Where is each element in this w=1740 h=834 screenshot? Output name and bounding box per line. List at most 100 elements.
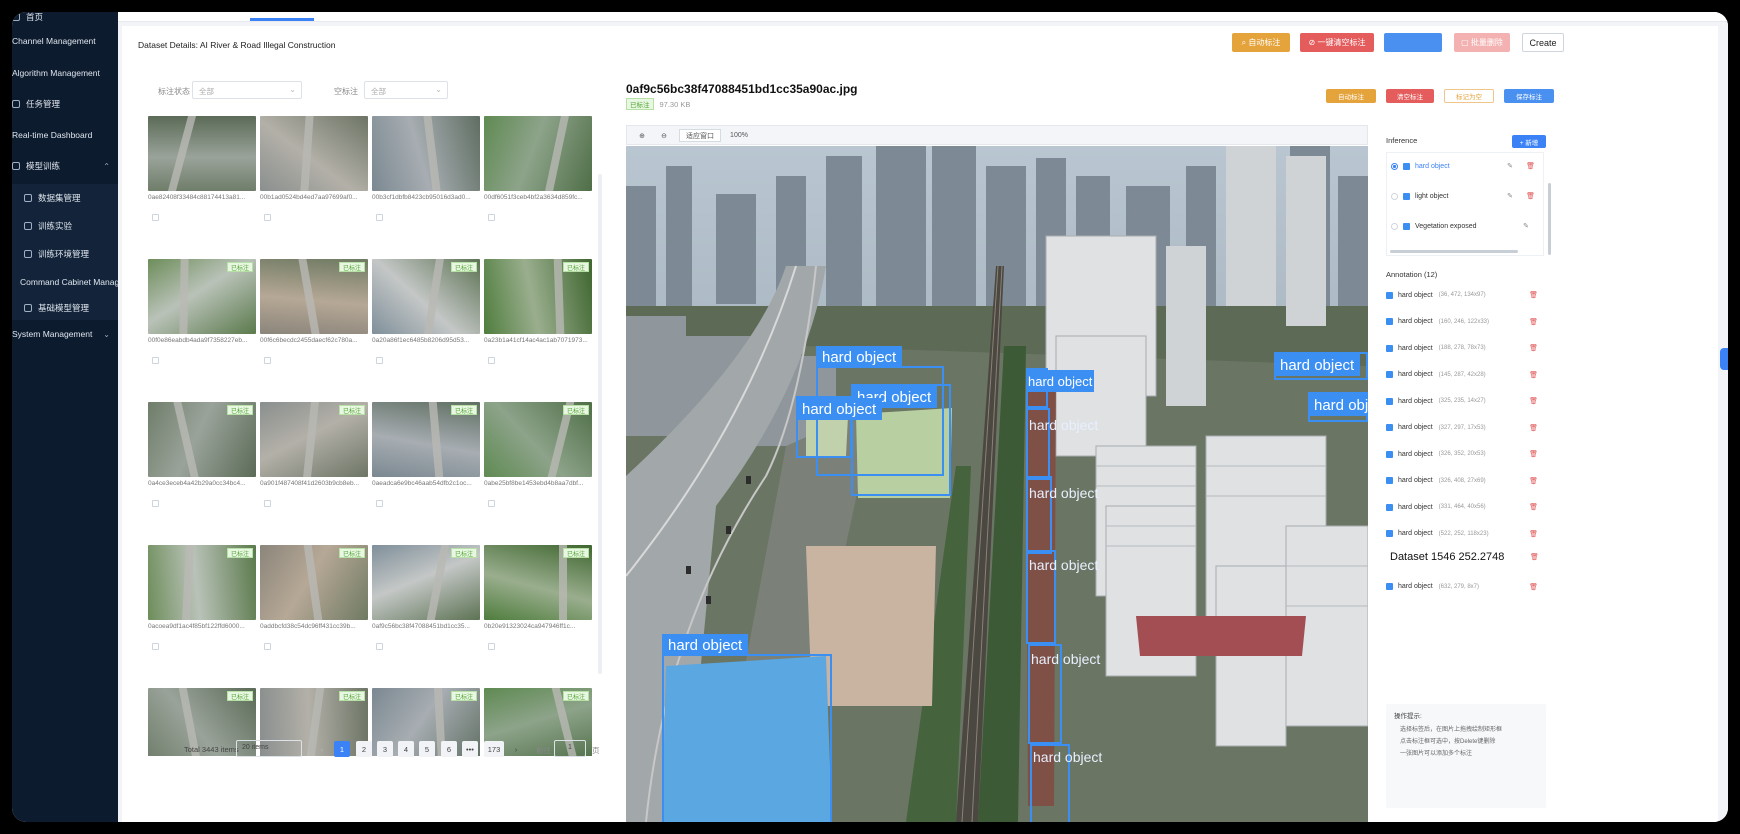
- bbox-hard-object[interactable]: hard object: [1026, 476, 1098, 554]
- radio[interactable]: [1391, 192, 1398, 200]
- goto-page-input[interactable]: 1: [554, 740, 586, 757]
- radio-selected[interactable]: [1391, 162, 1398, 170]
- annotation-item[interactable]: hard object (331, 464, 40x56) 🗑: [1386, 500, 1546, 514]
- sidebar-item-model-training[interactable]: 模型训练 ⌃: [12, 155, 118, 177]
- trash-icon[interactable]: 🗑: [1529, 503, 1538, 511]
- bbox-hard-object[interactable]: hard object: [796, 396, 883, 458]
- trash-icon[interactable]: 🗑: [1529, 477, 1538, 485]
- sidebar-item-channel-management[interactable]: Channel Management: [12, 30, 118, 52]
- image-thumbnail[interactable]: 已标注: [148, 259, 256, 334]
- page-5-button[interactable]: 5: [419, 741, 435, 757]
- grid-scrollbar[interactable]: [598, 174, 602, 674]
- sidebar-item-command-cabinet[interactable]: Command Cabinet Management: [12, 268, 118, 296]
- sidebar-item-training-environment[interactable]: 训练环境管理: [12, 240, 118, 268]
- bbox-hard-object[interactable]: hard object: [662, 634, 832, 822]
- image-checkbox[interactable]: [376, 643, 383, 650]
- mark-empty-button[interactable]: 标记为空: [1444, 89, 1494, 103]
- inference-item[interactable]: light object ✎ 🗑: [1391, 183, 1541, 209]
- detail-clear-labels-button[interactable]: 清空标注: [1386, 89, 1434, 103]
- image-checkbox[interactable]: [152, 214, 159, 221]
- clear-all-labels-button[interactable]: ⊘ 一键清空标注: [1300, 33, 1374, 52]
- image-thumbnail[interactable]: [372, 116, 480, 191]
- bbox-hard-object[interactable]: hard object: [1026, 368, 1095, 408]
- trash-icon[interactable]: 🗑: [1529, 530, 1538, 538]
- annotation-item[interactable]: hard object (160, 246, 122x33) 🗑: [1386, 315, 1546, 329]
- page-4-button[interactable]: 4: [398, 741, 414, 757]
- page-2-button[interactable]: 2: [356, 741, 372, 757]
- empty-label-select[interactable]: 全部 ⌄: [364, 81, 448, 99]
- panel-toggle-button[interactable]: [1720, 348, 1728, 370]
- image-thumbnail[interactable]: 已标注: [372, 545, 480, 620]
- annotation-item[interactable]: hard object (326, 408, 27x69) 🗑: [1386, 474, 1546, 488]
- page-6-button[interactable]: 6: [441, 741, 457, 757]
- page-ellipsis[interactable]: •••: [462, 741, 478, 757]
- sidebar-item-dataset-management[interactable]: 数据集管理: [12, 184, 118, 212]
- trash-icon[interactable]: 🗑: [1529, 371, 1538, 379]
- image-checkbox[interactable]: [264, 214, 271, 221]
- bbox-hard-object[interactable]: hard object: [1274, 352, 1368, 380]
- image-checkbox[interactable]: [264, 357, 271, 364]
- batch-delete-button[interactable]: ▢ 批量删除: [1454, 33, 1510, 52]
- trash-icon[interactable]: 🗑: [1529, 424, 1538, 432]
- annotation-item[interactable]: hard object (632, 279, 8x7) 🗑: [1386, 580, 1546, 594]
- trash-icon[interactable]: 🗑: [1529, 344, 1538, 352]
- annotation-item[interactable]: hard object (326, 352, 20x53) 🗑: [1386, 447, 1546, 461]
- image-thumbnail[interactable]: 已标注: [260, 402, 368, 477]
- sidebar-item-task-management[interactable]: 任务管理: [12, 93, 118, 115]
- image-checkbox[interactable]: [488, 357, 495, 364]
- edit-icon[interactable]: ✎: [1507, 192, 1513, 200]
- image-checkbox[interactable]: [264, 500, 271, 507]
- bbox-hard-object[interactable]: hard object: [1026, 408, 1098, 480]
- image-checkbox[interactable]: [376, 500, 383, 507]
- trash-icon[interactable]: 🗑: [1526, 162, 1535, 170]
- inference-scrollbar[interactable]: [1548, 183, 1551, 255]
- page-size-select[interactable]: 20 items ⌄: [236, 740, 302, 757]
- trash-icon[interactable]: 🗑: [1529, 291, 1538, 299]
- page-1-button[interactable]: 1: [334, 741, 350, 757]
- detail-auto-label-button[interactable]: 自动标注: [1326, 89, 1376, 103]
- prev-page-button[interactable]: ‹: [314, 741, 330, 757]
- edit-icon[interactable]: ✎: [1523, 222, 1529, 230]
- image-checkbox[interactable]: [152, 500, 159, 507]
- image-thumbnail[interactable]: 已标注: [148, 545, 256, 620]
- sidebar-item-algorithm-management[interactable]: Algorithm Management: [12, 62, 118, 84]
- image-thumbnail[interactable]: 已标注: [484, 402, 592, 477]
- image-thumbnail[interactable]: 已标注: [484, 545, 592, 620]
- zoom-out-icon[interactable]: ⊖: [657, 129, 671, 142]
- inference-item[interactable]: Vegetation exposed ✎: [1391, 213, 1541, 239]
- add-label-button[interactable]: + 新增: [1512, 135, 1546, 148]
- edit-icon[interactable]: ✎: [1507, 162, 1513, 170]
- sidebar-item-home[interactable]: 首页: [12, 12, 118, 28]
- bbox-hard-object[interactable]: hard object: [1030, 744, 1102, 822]
- image-checkbox[interactable]: [152, 643, 159, 650]
- image-checkbox[interactable]: [376, 214, 383, 221]
- sidebar-item-system-management[interactable]: System Management ⌄: [12, 323, 118, 345]
- page-3-button[interactable]: 3: [377, 741, 393, 757]
- image-thumbnail[interactable]: [484, 116, 592, 191]
- annotation-item[interactable]: hard object (36, 472, 134x97) 🗑: [1386, 288, 1546, 302]
- image-checkbox[interactable]: [264, 643, 271, 650]
- trash-icon[interactable]: 🗑: [1529, 450, 1538, 458]
- image-thumbnail[interactable]: 已标注: [372, 259, 480, 334]
- annotation-item[interactable]: hard object (522, 252, 118x23) 🗑: [1386, 527, 1546, 541]
- image-thumbnail[interactable]: [148, 116, 256, 191]
- annotation-canvas[interactable]: hard object hard object hard object hard…: [626, 146, 1368, 822]
- inference-item[interactable]: hard object ✎ 🗑: [1391, 153, 1541, 179]
- create-button[interactable]: Create: [1522, 33, 1564, 52]
- page-173-button[interactable]: 173: [484, 741, 504, 757]
- image-thumbnail[interactable]: 已标注: [260, 545, 368, 620]
- sidebar-item-realtime-dashboard[interactable]: Real-time Dashboard: [12, 124, 118, 146]
- zoom-in-icon[interactable]: ⊕: [635, 129, 649, 142]
- image-thumbnail[interactable]: 已标注: [372, 402, 480, 477]
- annotation-item[interactable]: hard object (327, 297, 17x53) 🗑: [1386, 421, 1546, 435]
- trash-icon[interactable]: 🗑: [1529, 583, 1538, 591]
- annotation-item[interactable]: hard object (325, 235, 14x27) 🗑: [1386, 394, 1546, 408]
- image-checkbox[interactable]: [488, 643, 495, 650]
- image-checkbox[interactable]: [376, 357, 383, 364]
- auto-label-button[interactable]: ⌕ 自动标注: [1232, 33, 1290, 52]
- bbox-hard-object[interactable]: hard object: [1028, 644, 1100, 744]
- trash-icon[interactable]: 🗑: [1529, 318, 1538, 326]
- trash-icon[interactable]: 🗑: [1530, 553, 1706, 561]
- bbox-hard-object[interactable]: hard object: [1026, 550, 1098, 644]
- bbox-hard-object[interactable]: hard object: [1308, 392, 1368, 422]
